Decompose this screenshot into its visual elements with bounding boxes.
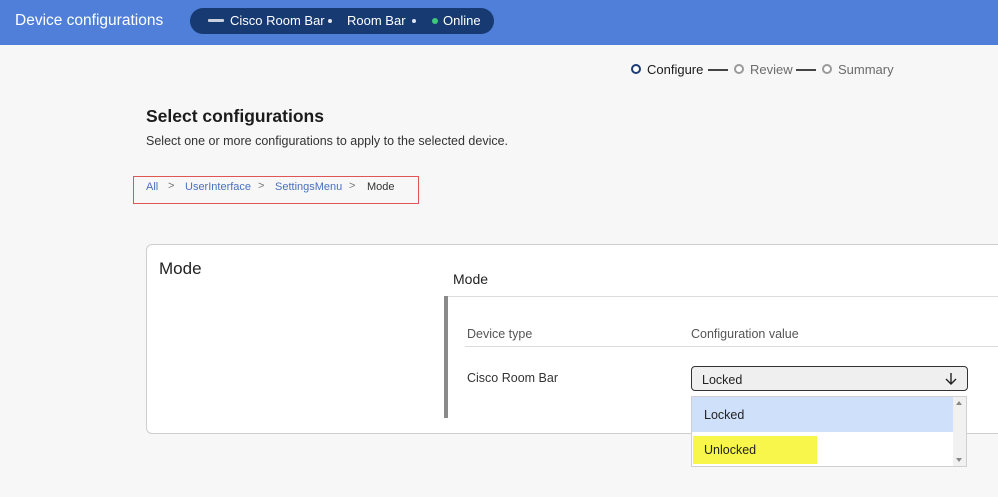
- select-value: Locked: [702, 373, 743, 387]
- panel-accent-bar: [444, 296, 448, 418]
- panel-title: Mode: [453, 271, 489, 287]
- configuration-value-select[interactable]: Locked: [691, 366, 968, 391]
- chevron-right-icon: >: [258, 180, 265, 192]
- step-connector: [708, 69, 728, 71]
- device-model: Room Bar: [347, 13, 406, 28]
- app-title: Device configurations: [15, 12, 164, 29]
- device-type-cell: Cisco Room Bar: [467, 371, 558, 385]
- chevron-right-icon: >: [349, 180, 356, 192]
- scroll-down-icon[interactable]: [956, 458, 962, 462]
- column-header-device-type: Device type: [467, 327, 533, 341]
- page-title: Select configurations: [146, 106, 324, 126]
- option-label: Unlocked: [704, 443, 757, 457]
- option-unlocked[interactable]: Unlocked: [692, 432, 955, 467]
- breadcrumb-current: Mode: [367, 181, 395, 193]
- scroll-up-icon[interactable]: [956, 401, 962, 405]
- divider: [465, 346, 998, 347]
- step-label: Summary: [838, 62, 894, 77]
- divider: [446, 296, 998, 297]
- step-label: Review: [750, 62, 793, 77]
- dropdown-list: Locked Unlocked: [691, 396, 967, 467]
- chevron-right-icon: >: [168, 180, 175, 192]
- room-bar-icon: [208, 19, 224, 22]
- step-circle-icon: [631, 64, 641, 74]
- breadcrumb-all[interactable]: All: [146, 181, 158, 193]
- arrow-down-icon: [945, 373, 957, 385]
- step-connector: [796, 69, 816, 71]
- device-name: Cisco Room Bar: [230, 13, 325, 28]
- separator-dot: [328, 19, 332, 23]
- online-status-icon: [432, 18, 438, 24]
- device-status: Online: [443, 13, 481, 28]
- step-label: Configure: [647, 62, 704, 77]
- device-pill: Cisco Room Bar Room Bar Online: [190, 8, 494, 34]
- column-header-config-value: Configuration value: [691, 327, 799, 341]
- page-subtitle: Select one or more configurations to app…: [146, 134, 509, 148]
- breadcrumb-settingsmenu[interactable]: SettingsMenu: [275, 181, 342, 193]
- step-circle-icon: [822, 64, 832, 74]
- card-title: Mode: [159, 259, 202, 278]
- breadcrumb-userinterface[interactable]: UserInterface: [185, 181, 251, 193]
- separator-dot: [412, 19, 416, 23]
- dropdown-scrollbar[interactable]: [953, 397, 966, 466]
- option-label: Locked: [704, 408, 745, 422]
- top-bar: Device configurations Cisco Room Bar Roo…: [0, 0, 998, 45]
- step-circle-icon: [734, 64, 744, 74]
- option-locked[interactable]: Locked: [692, 397, 955, 432]
